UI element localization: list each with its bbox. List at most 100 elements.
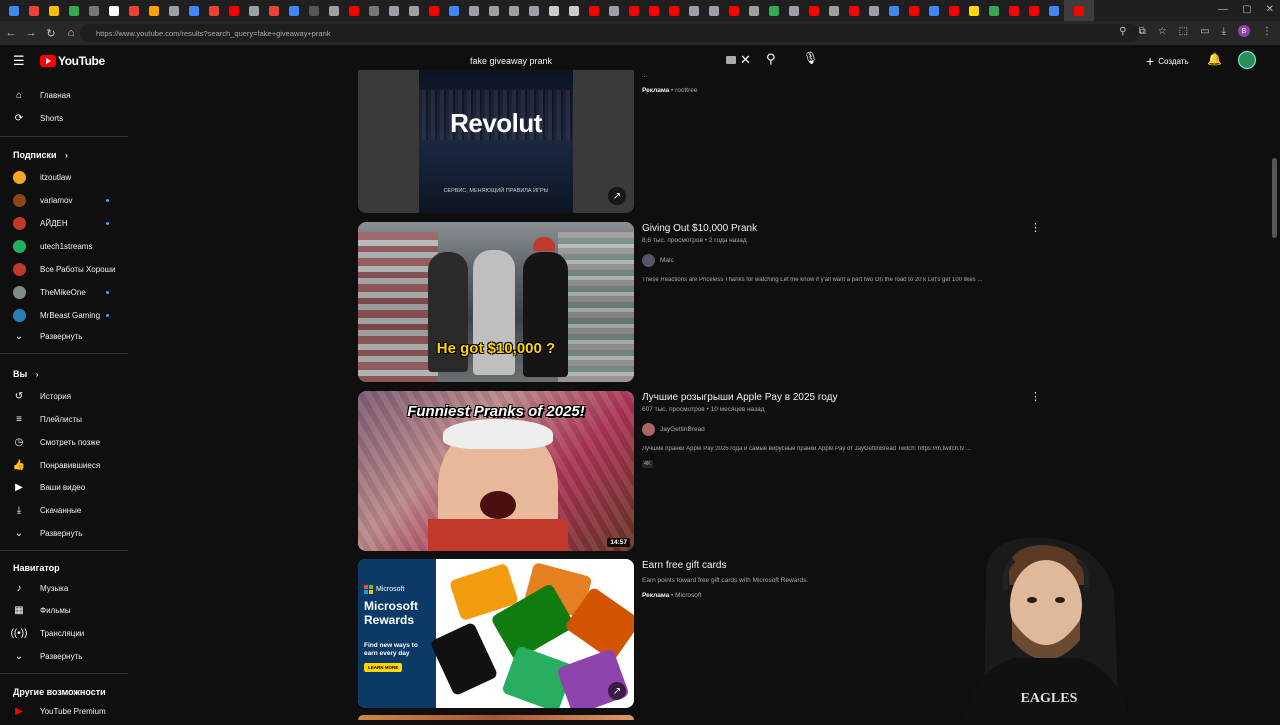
channel-avatar[interactable] bbox=[642, 423, 655, 436]
sidebar-item-history[interactable]: ↺ История bbox=[0, 385, 128, 407]
browser-tab[interactable] bbox=[464, 0, 484, 21]
keyboard-icon[interactable] bbox=[726, 56, 736, 64]
video-title[interactable]: Giving Out $10,000 Prank bbox=[642, 223, 757, 234]
browser-tab[interactable] bbox=[584, 0, 604, 21]
browser-tab[interactable] bbox=[784, 0, 804, 21]
channel-name[interactable]: JayGettinBread bbox=[660, 426, 705, 433]
browser-tab[interactable] bbox=[384, 0, 404, 21]
browser-tab[interactable] bbox=[164, 0, 184, 21]
browser-tab[interactable] bbox=[284, 0, 304, 21]
video-thumbnail-10000-prank[interactable]: He got $10,000 ? bbox=[358, 222, 634, 382]
download-icon[interactable]: ⤓ bbox=[1222, 26, 1226, 37]
microphone-icon[interactable]: 🎙 bbox=[803, 51, 818, 65]
sidebar-item-live[interactable]: ((•)) Трансляции bbox=[0, 622, 128, 644]
reload-icon[interactable]: ↻ bbox=[42, 24, 60, 42]
ad-thumbnail-microsoft-rewards[interactable]: Microsoft Microsoft Rewards Find new way… bbox=[358, 559, 634, 708]
cast-icon[interactable]: ⧉ bbox=[1139, 26, 1146, 37]
minimize-icon[interactable]: — bbox=[1218, 4, 1228, 15]
home-icon[interactable]: ⌂ bbox=[62, 24, 80, 42]
browser-tab[interactable] bbox=[244, 0, 264, 21]
ad-thumbnail-revolut[interactable]: Revolut СЕРВИС, МЕНЯЮЩИЙ ПРАВИЛА ИГРЫ ↗ bbox=[358, 70, 634, 213]
advertiser-name[interactable]: roottree bbox=[675, 87, 697, 94]
search-icon[interactable]: ⚲ bbox=[766, 51, 776, 67]
sidebar-channel-item[interactable]: АЙДЕН bbox=[0, 212, 128, 234]
bookmark-star-icon[interactable]: ☆ bbox=[1158, 26, 1167, 37]
browser-tab[interactable] bbox=[844, 0, 864, 21]
browser-tab[interactable] bbox=[444, 0, 464, 21]
browser-tab[interactable] bbox=[44, 0, 64, 21]
browser-tab[interactable] bbox=[404, 0, 424, 21]
browser-tab[interactable] bbox=[364, 0, 384, 21]
browser-tab[interactable] bbox=[224, 0, 244, 21]
video-thumbnail-apple-pay[interactable]: Funniest Pranks of 2025! 14:57 bbox=[358, 391, 634, 551]
create-button[interactable]: + Создать bbox=[1140, 52, 1195, 70]
channel-link[interactable]: JayGettinBread bbox=[642, 423, 705, 436]
browser-tab[interactable] bbox=[424, 0, 444, 21]
browser-tab[interactable] bbox=[864, 0, 884, 21]
menu-hamburger-icon[interactable]: ☰ bbox=[13, 54, 27, 68]
subscriptions-heading[interactable]: Подписки › bbox=[13, 150, 68, 160]
sidebar-channel-item[interactable]: MrBeast Gaming bbox=[0, 304, 128, 326]
sidebar-item-watch-later[interactable]: ◷ Смотреть позже bbox=[0, 431, 128, 453]
sidebar-item-films[interactable]: ▦ Фильмы bbox=[0, 599, 128, 621]
sidebar-channel-item[interactable]: itzoutlaw bbox=[0, 166, 128, 188]
back-icon[interactable]: ← bbox=[2, 24, 20, 42]
sidebar-item-downloads[interactable]: ⤓ Скачанные bbox=[0, 499, 128, 521]
sidebar-item-music[interactable]: ♪ Музыка bbox=[0, 577, 128, 599]
browser-tab[interactable] bbox=[684, 0, 704, 21]
channel-name[interactable]: Malc bbox=[660, 257, 674, 264]
profile-avatar[interactable]: B bbox=[1238, 25, 1250, 37]
ad-title[interactable]: Earn free gift cards bbox=[642, 560, 726, 571]
extensions-icon[interactable]: ⬚ bbox=[1179, 26, 1188, 37]
forward-icon[interactable]: → bbox=[22, 24, 40, 42]
browser-tab[interactable] bbox=[344, 0, 364, 21]
browser-tab[interactable] bbox=[824, 0, 844, 21]
browser-tab[interactable] bbox=[324, 0, 344, 21]
browser-tab[interactable] bbox=[544, 0, 564, 21]
browser-tab[interactable] bbox=[304, 0, 324, 21]
browser-tab[interactable] bbox=[1044, 0, 1064, 21]
browser-tab[interactable] bbox=[904, 0, 924, 21]
sidebar-channel-item[interactable]: utech1streams bbox=[0, 235, 128, 257]
sidebar-item-playlists[interactable]: ≡ Плейлисты bbox=[0, 408, 128, 430]
browser-tab[interactable] bbox=[664, 0, 684, 21]
sidebar-channel-item[interactable]: TheMikeOne bbox=[0, 281, 128, 303]
sidebar-item-liked[interactable]: 👍 Понравившиеся bbox=[0, 454, 128, 476]
maximize-icon[interactable]: ▢ bbox=[1242, 4, 1251, 15]
browser-tab[interactable] bbox=[1064, 0, 1094, 21]
sidebar-item-home[interactable]: ⌂ Главная bbox=[0, 84, 128, 106]
clear-search-icon[interactable]: ✕ bbox=[740, 52, 751, 68]
browser-tab[interactable] bbox=[764, 0, 784, 21]
sidebar-item-premium[interactable]: ▶ YouTube Premium bbox=[0, 700, 128, 722]
sidebar-item-expand-nav[interactable]: ⌄ Развернуть bbox=[0, 645, 128, 667]
browser-tab[interactable] bbox=[184, 0, 204, 21]
sidebar-item-expand-you[interactable]: ⌄ Развернуть bbox=[0, 522, 128, 544]
browser-tab[interactable] bbox=[604, 0, 624, 21]
browser-tab[interactable] bbox=[524, 0, 544, 21]
more-options-icon[interactable]: ⋮ bbox=[1030, 221, 1041, 234]
more-options-icon[interactable]: ⋮ bbox=[1030, 390, 1041, 403]
external-link-icon[interactable]: ↗ bbox=[608, 682, 626, 700]
channel-avatar[interactable] bbox=[642, 254, 655, 267]
browser-tab[interactable] bbox=[644, 0, 664, 21]
browser-tab[interactable] bbox=[4, 0, 24, 21]
sidepanel-icon[interactable]: ▭ bbox=[1200, 26, 1209, 37]
sidebar-channel-item[interactable]: varlamov bbox=[0, 189, 128, 211]
page-scrollbar[interactable] bbox=[1272, 158, 1277, 238]
browser-tab[interactable] bbox=[84, 0, 104, 21]
browser-tab[interactable] bbox=[924, 0, 944, 21]
sidebar-item-your-videos[interactable]: ▶ Ваши видео bbox=[0, 476, 128, 498]
sidebar-channel-item[interactable]: Все Работы Хороши bbox=[0, 258, 128, 280]
video-title[interactable]: Лучшие розыгрыши Apple Pay в 2025 году bbox=[642, 392, 837, 403]
url-field[interactable]: https://www.youtube.com/results?search_q… bbox=[80, 24, 1140, 42]
close-window-icon[interactable]: ✕ bbox=[1266, 4, 1274, 15]
browser-tab[interactable] bbox=[704, 0, 724, 21]
browser-tab[interactable] bbox=[64, 0, 84, 21]
browser-tab[interactable] bbox=[484, 0, 504, 21]
browser-tab[interactable] bbox=[264, 0, 284, 21]
browser-tab[interactable] bbox=[564, 0, 584, 21]
browser-tab[interactable] bbox=[964, 0, 984, 21]
notifications-bell-icon[interactable]: 🔔 bbox=[1207, 52, 1222, 66]
external-link-icon[interactable]: ↗ bbox=[608, 187, 626, 205]
browser-tab[interactable] bbox=[624, 0, 644, 21]
